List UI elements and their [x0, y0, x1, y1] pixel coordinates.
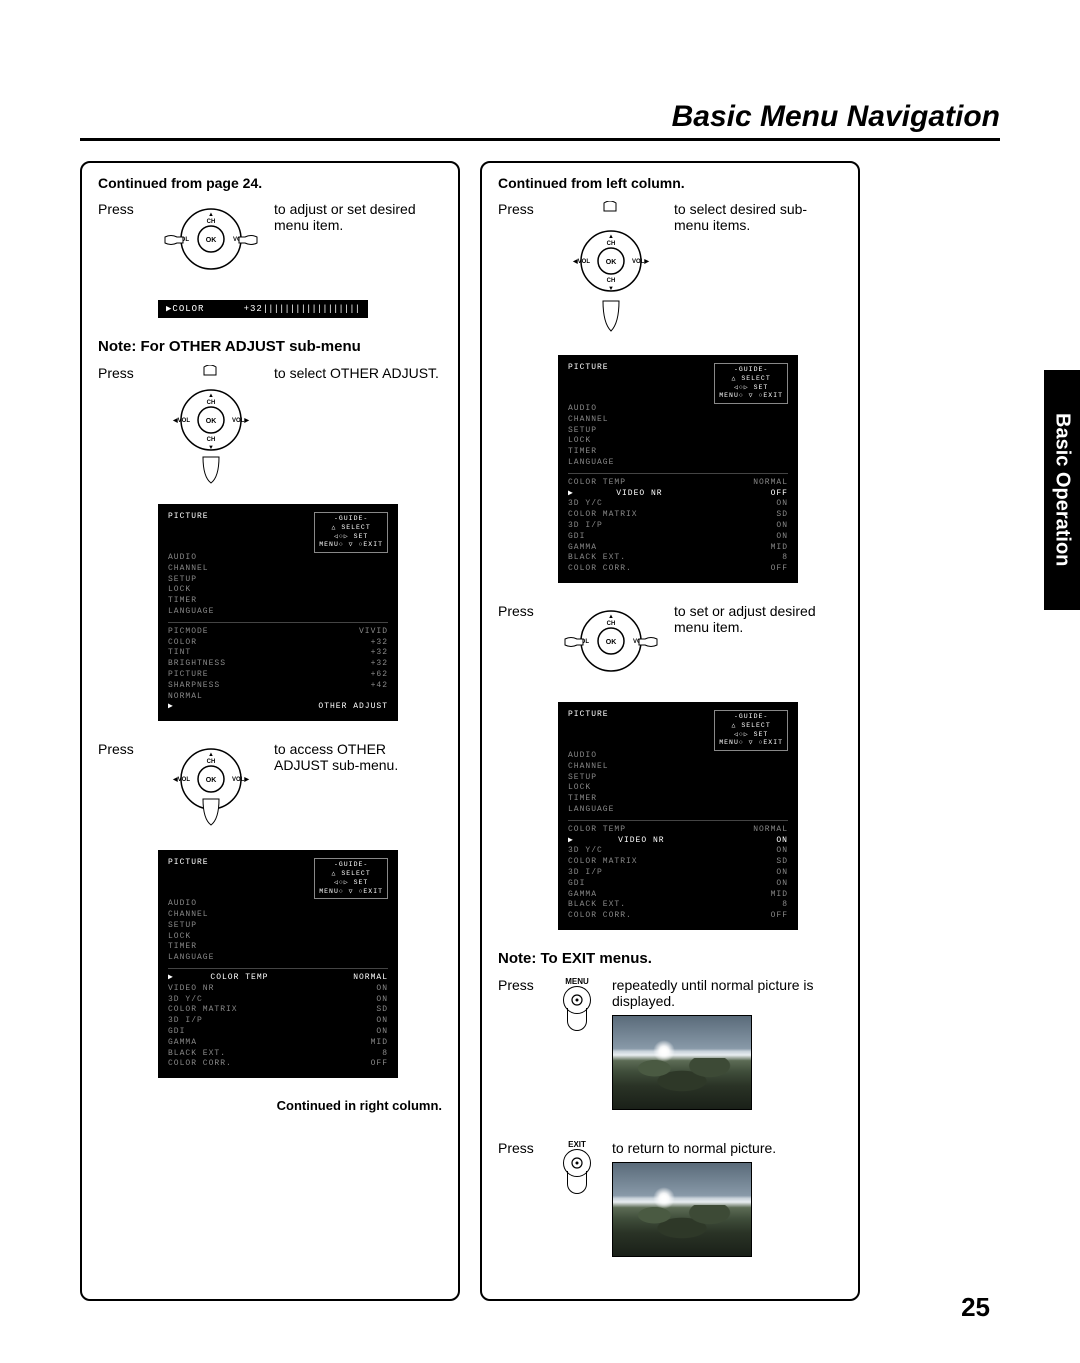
svg-text:▲: ▲ — [608, 614, 614, 620]
menu-button-label: MENU — [552, 977, 602, 986]
press-label: Press — [498, 603, 548, 619]
step-access-submenu: Press OK ▲ CH ◀VOL VOL▶ to access OTHER … — [98, 741, 442, 834]
svg-text:CH: CH — [607, 278, 616, 284]
press-label: Press — [498, 1140, 542, 1156]
svg-text:OK: OK — [606, 259, 617, 266]
svg-text:▲: ▲ — [208, 212, 214, 218]
landscape-image — [612, 1162, 752, 1257]
svg-text:CH: CH — [207, 400, 216, 406]
svg-text:VOL▶: VOL▶ — [232, 776, 249, 783]
svg-text:OK: OK — [606, 639, 617, 646]
step-adjust-item: Press OK ▲ CH ◀VOL VOL▶ to adjust or set… — [98, 201, 442, 284]
svg-text:◀VOL: ◀VOL — [172, 417, 190, 424]
svg-text:OK: OK — [206, 237, 217, 244]
remote-pad-vertical: OK ▲ CH CH ▼ ◀VOL VOL▶ — [156, 365, 266, 488]
step-desc: to select desired sub-menu items. — [674, 201, 842, 233]
osd-submenu-select: PICTURE -GUIDE- △ SELECT ◁○▷ SET MENU○ ▽… — [558, 355, 798, 583]
note-other-adjust: Note: For OTHER ADJUST sub-menu — [98, 338, 442, 355]
svg-text:OK: OK — [206, 777, 217, 784]
note-exit-menus: Note: To EXIT menus. — [498, 950, 842, 967]
exit-step-exit: Press EXIT to return to normal picture. — [498, 1140, 842, 1257]
remote-pad-ok: OK ▲ CH ◀VOL VOL▶ — [156, 741, 266, 834]
step-desc: to access OTHER ADJUST sub-menu. — [274, 741, 442, 773]
press-label: Press — [98, 365, 148, 381]
svg-text:OK: OK — [206, 418, 217, 425]
remote-pad-vertical: OK ▲ CH CH ▼ ◀VOL VOL▶ — [556, 201, 666, 339]
svg-text:CH: CH — [207, 219, 216, 225]
continued-from-label: Continued from page 24. — [98, 175, 442, 191]
osd-other-adjust: PICTURE -GUIDE- △ SELECT ◁○▷ SET MENU○ ▽… — [158, 850, 398, 1078]
svg-text:CH: CH — [607, 241, 616, 247]
step-desc: to adjust or set desired menu item. — [274, 201, 442, 233]
step-select-submenu-item: Press OK ▲ CH CH ▼ ◀VOL VOL▶ to select d… — [498, 201, 842, 339]
continued-right-label: Continued in right column. — [98, 1098, 442, 1113]
svg-text:▲: ▲ — [208, 393, 214, 399]
menu-button-icon — [563, 986, 591, 1014]
exit-step-menu: Press MENU repeatedly until normal pictu… — [498, 977, 842, 1110]
svg-text:▲: ▲ — [208, 752, 214, 758]
svg-text:▼: ▼ — [208, 445, 214, 451]
page-title: Basic Menu Navigation — [80, 100, 1000, 134]
page-number: 25 — [961, 1292, 990, 1323]
svg-text:CH: CH — [207, 759, 216, 765]
svg-text:VOL▶: VOL▶ — [632, 258, 649, 265]
remote-pad-horizontal: OK ▲ CH ◀VOL VOL▶ — [156, 201, 266, 284]
continued-from-left-label: Continued from left column. — [498, 175, 842, 191]
step-desc: to set or adjust desired menu item. — [674, 603, 842, 635]
svg-text:▼: ▼ — [608, 286, 614, 292]
remote-pad-horizontal: OK ▲ CH ◀VOL VOL▶ — [556, 603, 666, 686]
svg-text:◀VOL: ◀VOL — [572, 258, 590, 265]
svg-text:CH: CH — [607, 621, 616, 627]
step-desc: repeatedly until normal picture is displ… — [612, 977, 842, 1009]
right-column: Continued from left column. Press OK ▲ C… — [480, 161, 860, 1301]
osd-picture-menu: PICTURE -GUIDE- △ SELECT ◁○▷ SET MENU○ ▽… — [158, 504, 398, 721]
step-set-item: Press OK ▲ CH ◀VOL VOL▶ to set or adjust… — [498, 603, 842, 686]
left-column: Continued from page 24. Press OK ▲ CH ◀V… — [80, 161, 460, 1301]
side-tab: Basic Operation — [1044, 370, 1080, 610]
step-desc: to select OTHER ADJUST. — [274, 365, 442, 381]
exit-button-icon — [563, 1149, 591, 1177]
svg-text:◀VOL: ◀VOL — [172, 776, 190, 783]
title-bar: Basic Menu Navigation — [80, 100, 1000, 141]
svg-text:VOL▶: VOL▶ — [232, 417, 249, 424]
exit-button-label: EXIT — [552, 1140, 602, 1149]
press-label: Press — [498, 977, 542, 993]
svg-text:▲: ▲ — [608, 234, 614, 240]
press-label: Press — [498, 201, 548, 217]
step-desc: to return to normal picture. — [612, 1140, 842, 1156]
landscape-image — [612, 1015, 752, 1110]
step-select-other: Press OK ▲ CH CH ▼ ◀VOL VOL▶ to select O… — [98, 365, 442, 488]
osd-submenu-set: PICTURE -GUIDE- △ SELECT ◁○▷ SET MENU○ ▽… — [558, 702, 798, 930]
svg-text:CH: CH — [207, 437, 216, 443]
osd-color-bar: ▶COLOR +32|||||||||||||||||| — [158, 300, 368, 318]
press-label: Press — [98, 741, 148, 757]
press-label: Press — [98, 201, 148, 217]
